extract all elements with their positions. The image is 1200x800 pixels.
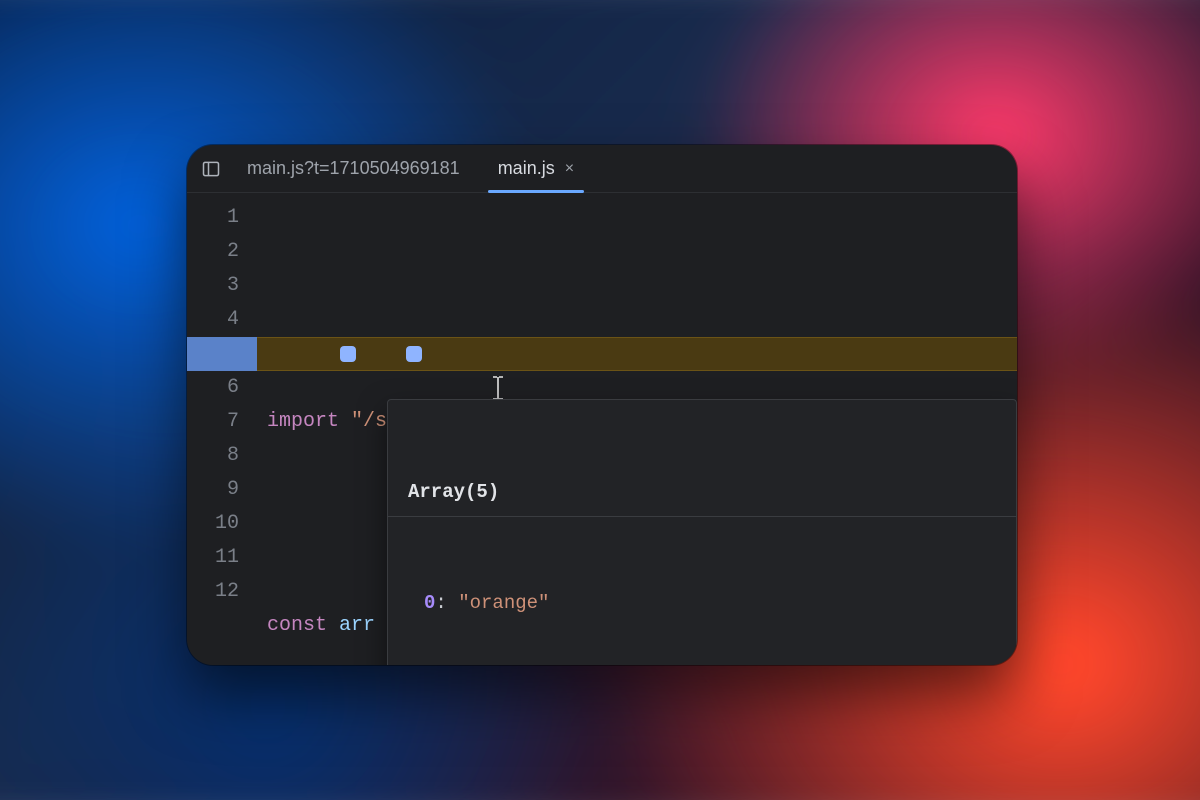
- line-number: 9: [187, 473, 239, 507]
- line-number: 1: [187, 201, 239, 235]
- debug-step-marker-icon: [340, 346, 356, 362]
- inspector-entry[interactable]: 0: "orange": [388, 587, 1016, 619]
- tab-bar: main.js?t=1710504969181 main.js ×: [187, 145, 1017, 193]
- tab-label: main.js?t=1710504969181: [247, 158, 460, 179]
- debug-step-marker-icon: [406, 346, 422, 362]
- toggle-sidebar-button[interactable]: [197, 155, 225, 183]
- inspector-header: Array(5): [388, 474, 1016, 517]
- line-number: 3: [187, 269, 239, 303]
- line-number: 12: [187, 575, 239, 609]
- close-icon[interactable]: ×: [565, 160, 574, 178]
- code-area[interactable]: import "/style.css?t=1710504969181"; con…: [257, 193, 1017, 665]
- code-editor[interactable]: 1 2 3 4 5 6 7 8 9 10 11 12: [187, 193, 1017, 665]
- tab-mainjs[interactable]: main.js ×: [482, 145, 590, 193]
- tab-label: main.js: [498, 158, 555, 179]
- line-number: 4: [187, 303, 239, 337]
- line-number: 2: [187, 235, 239, 269]
- line-number-gutter: 1 2 3 4 5 6 7 8 9 10 11 12: [187, 193, 257, 665]
- tab-mainjs-query[interactable]: main.js?t=1710504969181: [231, 145, 476, 193]
- line-number: 5: [187, 337, 239, 371]
- panel-left-icon: [201, 159, 221, 179]
- text-cursor-icon: [369, 341, 387, 367]
- line-number: 10: [187, 507, 239, 541]
- line-number: 6: [187, 371, 239, 405]
- value-inspector-popup[interactable]: Array(5) 0: "orange" 1: "banana" 2: "app…: [387, 399, 1017, 665]
- devtools-panel: main.js?t=1710504969181 main.js × 1 2 3 …: [187, 145, 1017, 665]
- line-number: 7: [187, 405, 239, 439]
- line-number: 11: [187, 541, 239, 575]
- line-number: 8: [187, 439, 239, 473]
